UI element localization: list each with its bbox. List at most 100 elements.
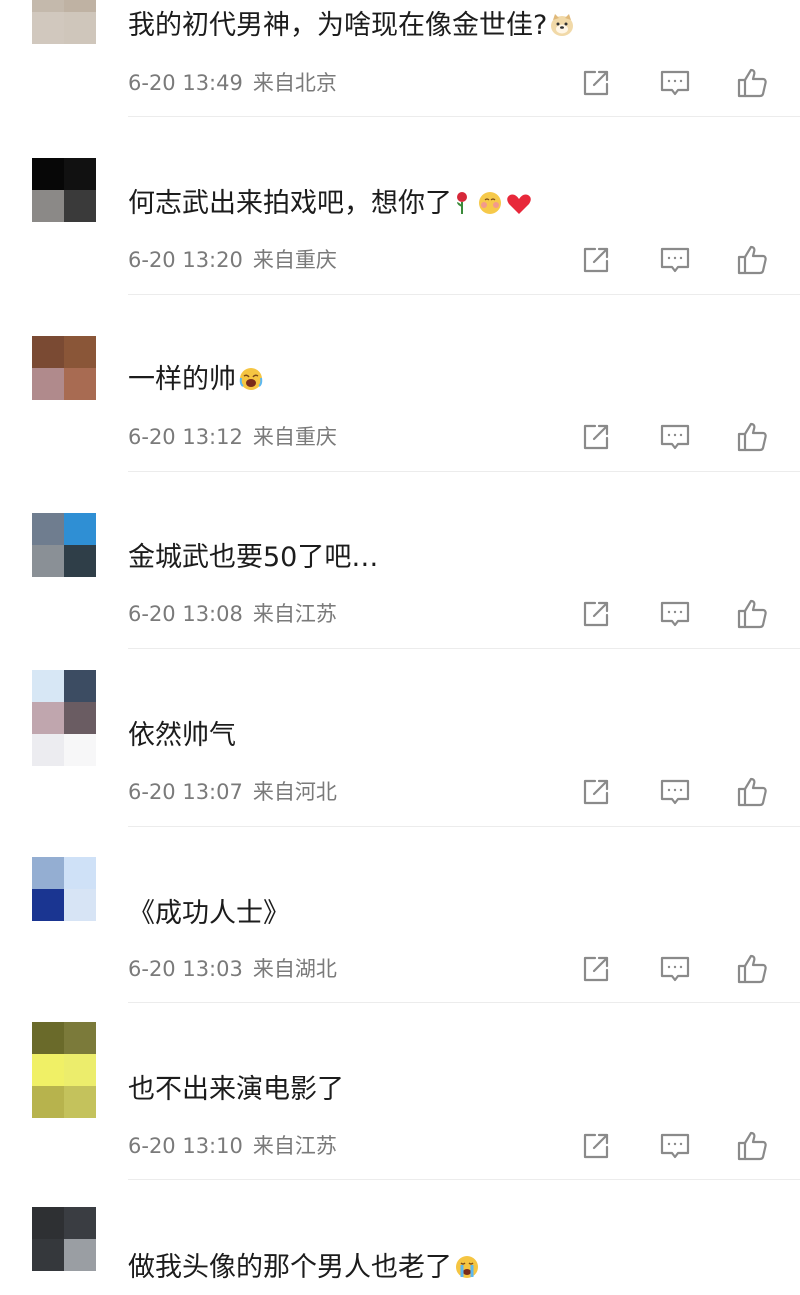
avatar[interactable] xyxy=(32,857,96,921)
avatar-pixel xyxy=(32,368,64,400)
comment-item xyxy=(0,0,800,178)
comment-time: 6-20 13:08 xyxy=(128,602,243,626)
avatar-pixel xyxy=(64,1239,96,1271)
avatar-pixel xyxy=(32,889,64,921)
avatar-pixel xyxy=(64,857,96,889)
comment-location: 来自重庆 xyxy=(252,425,337,449)
divider xyxy=(128,826,800,827)
share-button[interactable] xyxy=(579,952,613,986)
share-button[interactable] xyxy=(579,775,613,809)
share-icon xyxy=(579,1133,613,1167)
avatar[interactable] xyxy=(32,336,96,400)
comment-text: 做我头像的那个男人也老了 xyxy=(128,1250,480,1286)
comment-location: 来自河北 xyxy=(252,780,337,804)
avatar-pixel xyxy=(64,670,96,702)
like-button[interactable] xyxy=(735,420,769,454)
comment-text-content: 做我头像的那个男人也老了 xyxy=(128,1252,452,1283)
comment-text: 《成功人士》 xyxy=(128,896,290,932)
avatar-pixel xyxy=(64,734,96,766)
share-button[interactable] xyxy=(579,420,613,454)
like-button[interactable] xyxy=(735,1129,769,1163)
avatar-pixel xyxy=(32,857,64,889)
comment-meta: 6-20 13:12 来自重庆 xyxy=(128,422,337,452)
avatar-pixel xyxy=(32,1207,64,1239)
rose-blush-heart-icons xyxy=(452,188,534,219)
reply-button[interactable] xyxy=(658,597,692,631)
reply-button[interactable] xyxy=(658,420,692,454)
comment-text-content: 一样的帅 xyxy=(128,364,236,395)
avatar-pixel xyxy=(32,702,64,734)
comment-text: 也不出来演电影了 xyxy=(128,1072,344,1108)
thumbs-up-icon xyxy=(735,599,769,635)
share-icon xyxy=(579,247,613,281)
comment-text-content: 也不出来演电影了 xyxy=(128,1074,344,1105)
comment-meta: 6-20 13:03 来自湖北 xyxy=(128,954,337,984)
avatar[interactable] xyxy=(32,1022,96,1118)
avatar-pixel xyxy=(64,1054,96,1086)
avatar-pixel xyxy=(64,1022,96,1054)
like-button[interactable] xyxy=(735,597,769,631)
crying-icon xyxy=(452,1252,480,1283)
avatar[interactable] xyxy=(32,513,96,577)
comment-icon xyxy=(658,424,692,458)
comment-time: 6-20 13:10 xyxy=(128,1134,243,1158)
share-icon xyxy=(579,424,613,458)
avatar-pixel xyxy=(32,190,64,222)
comment-text: 一样的帅 xyxy=(128,362,264,398)
avatar-pixel xyxy=(64,190,96,222)
reply-button[interactable] xyxy=(658,243,692,277)
share-button[interactable] xyxy=(579,243,613,277)
comment-meta: 6-20 13:10 来自江苏 xyxy=(128,1131,337,1161)
comment-meta: 6-20 13:07 来自河北 xyxy=(128,777,337,807)
comment-meta: 6-20 13:08 来自江苏 xyxy=(128,599,337,629)
avatar-pixel xyxy=(64,702,96,734)
avatar-pixel xyxy=(64,336,96,368)
comment-text: 依然帅气 xyxy=(128,718,236,754)
comment-text-content: 何志武出来拍戏吧，想你了 xyxy=(128,188,452,219)
comment-location: 来自重庆 xyxy=(252,248,337,272)
divider xyxy=(128,648,800,649)
avatar-pixel xyxy=(64,513,96,545)
comment-text: 金城武也要50了吧… xyxy=(128,540,378,576)
share-button[interactable] xyxy=(579,597,613,631)
avatar-pixel xyxy=(32,336,64,368)
avatar-pixel xyxy=(32,513,64,545)
avatar[interactable] xyxy=(32,1207,96,1271)
reply-button[interactable] xyxy=(658,775,692,809)
avatar-pixel xyxy=(64,1207,96,1239)
comment-icon xyxy=(658,956,692,990)
thumbs-up-icon xyxy=(735,422,769,458)
comment-text-content: 金城武也要50了吧… xyxy=(128,542,379,573)
crying-laugh-icon xyxy=(236,364,264,395)
avatar-pixel xyxy=(32,670,64,702)
comment-icon xyxy=(658,601,692,635)
avatar-pixel xyxy=(32,545,64,577)
avatar-pixel xyxy=(32,734,64,766)
like-button[interactable] xyxy=(735,775,769,809)
thumbs-up-icon xyxy=(735,245,769,281)
share-button[interactable] xyxy=(579,1129,613,1163)
divider xyxy=(128,294,800,295)
avatar-pixel xyxy=(32,1022,64,1054)
share-icon xyxy=(579,601,613,635)
avatar-pixel xyxy=(64,368,96,400)
share-icon xyxy=(579,779,613,813)
divider xyxy=(128,1179,800,1180)
comment-text: 何志武出来拍戏吧，想你了 xyxy=(128,186,534,222)
reply-button[interactable] xyxy=(658,1129,692,1163)
thumbs-up-icon xyxy=(735,954,769,990)
avatar-pixel xyxy=(32,1086,64,1118)
comment-time: 6-20 13:20 xyxy=(128,248,243,272)
comment-time: 6-20 13:07 xyxy=(128,780,243,804)
like-button[interactable] xyxy=(735,243,769,277)
avatar-pixel xyxy=(64,1086,96,1118)
avatar-pixel xyxy=(64,889,96,921)
like-button[interactable] xyxy=(735,952,769,986)
comment-icon xyxy=(658,1133,692,1167)
divider xyxy=(128,471,800,472)
avatar[interactable] xyxy=(32,670,96,766)
comment-text-content: 依然帅气 xyxy=(128,720,236,751)
avatar-pixel xyxy=(32,1239,64,1271)
comment-icon xyxy=(658,247,692,281)
reply-button[interactable] xyxy=(658,952,692,986)
